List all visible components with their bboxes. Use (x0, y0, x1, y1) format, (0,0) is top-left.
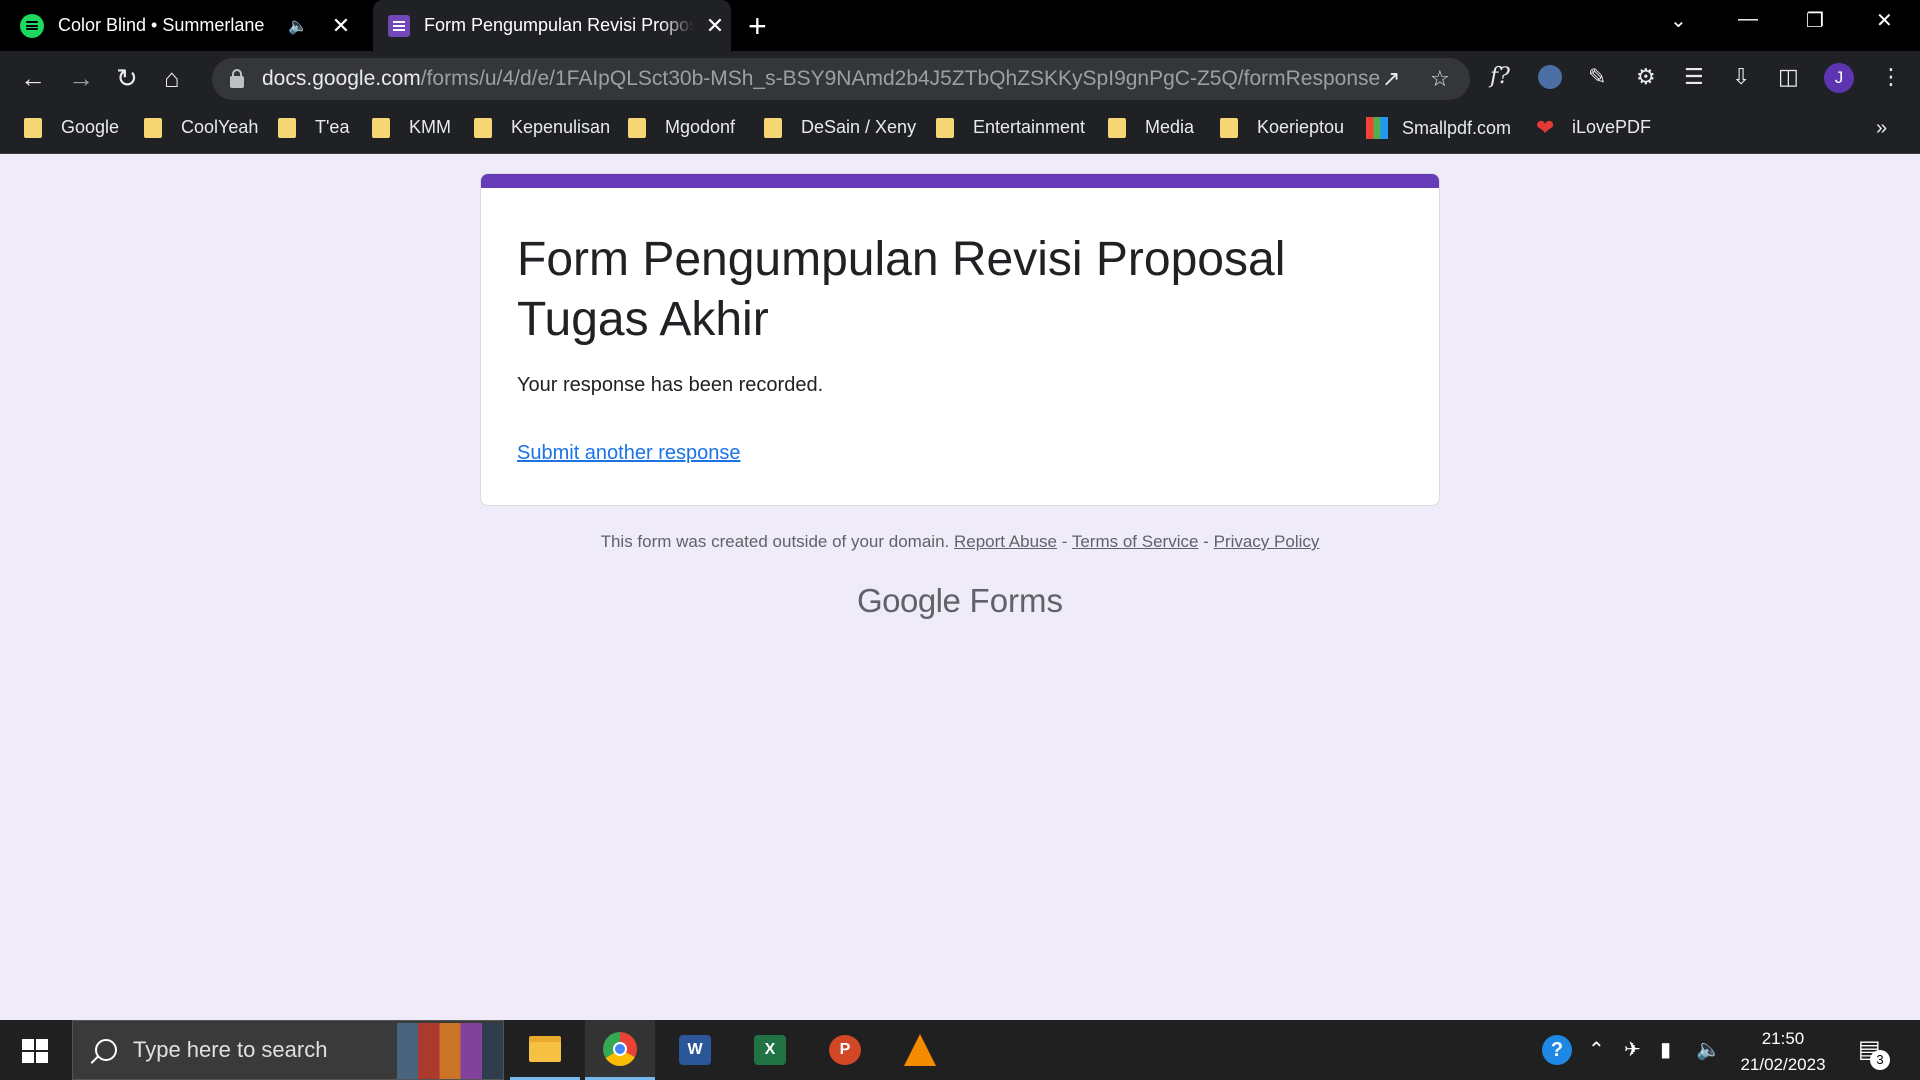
vlc-icon (904, 1034, 936, 1066)
close-tab-icon[interactable]: ✕ (704, 13, 726, 39)
bookmarks-bar: Google CoolYeah T'ea KMM Kepenulisan Mgo… (0, 105, 1920, 154)
taskbar-file-explorer[interactable] (510, 1020, 580, 1080)
confirmation-message: Your response has been recorded. (517, 374, 824, 396)
audio-playing-icon[interactable]: 🔈 (288, 16, 308, 36)
tab-title: Form Pengumpulan Revisi Proposal Tugas A… (424, 15, 694, 35)
cursor-extension-icon[interactable] (1538, 65, 1562, 89)
search-highlight-image[interactable] (397, 1023, 503, 1079)
folder-icon (372, 117, 390, 138)
more-bookmarks-chevron-icon[interactable]: » (1876, 117, 1887, 140)
folder-icon (764, 117, 782, 138)
word-icon: W (679, 1035, 711, 1065)
bookmark-folder[interactable]: Google (24, 117, 119, 138)
notification-count-badge: 3 (1870, 1050, 1890, 1070)
show-hidden-icons-chevron-icon[interactable]: ⌃ (1588, 1037, 1605, 1062)
media-queue-icon[interactable]: ☰ (1684, 64, 1704, 90)
pen-extension-icon[interactable]: ✎ (1588, 64, 1606, 90)
download-icon[interactable]: ⇩ (1732, 64, 1750, 90)
domain-notice: This form was created outside of your do… (600, 532, 950, 551)
folder-icon (278, 117, 296, 138)
taskbar-search-box[interactable]: Type here to search (72, 1020, 504, 1080)
home-icon[interactable]: ⌂ (164, 63, 180, 93)
side-panel-icon[interactable]: ◫ (1778, 64, 1799, 90)
back-arrow-icon[interactable]: ← (20, 63, 46, 93)
share-icon[interactable]: ↗ (1382, 66, 1400, 92)
report-abuse-link[interactable]: Report Abuse (954, 532, 1057, 551)
bookmark-folder[interactable]: CoolYeah (144, 117, 258, 138)
tab-title: Color Blind • Summerlane (58, 15, 265, 35)
restore-icon[interactable]: ❐ (1806, 8, 1824, 33)
bookmark-folder[interactable]: DeSain / Xeny (764, 117, 916, 138)
taskbar-excel[interactable]: X (735, 1020, 805, 1080)
heart-icon: ❤ (1536, 114, 1555, 140)
folder-icon (1220, 117, 1238, 138)
menu-kebab-icon[interactable]: ⋮ (1880, 64, 1902, 90)
new-tab-plus-icon[interactable]: + (748, 8, 767, 45)
minimize-icon[interactable]: — (1738, 8, 1758, 31)
page-title: Form Pengumpulan Revisi Proposal Tugas A… (517, 233, 1286, 346)
windows-taskbar: Type here to search W X P ? ⌃ ✈ ▮ 🔈 21:5… (0, 1020, 1920, 1080)
lock-icon[interactable] (230, 69, 244, 88)
taskbar-word[interactable]: W (660, 1020, 730, 1080)
privacy-policy-link[interactable]: Privacy Policy (1214, 532, 1320, 551)
tab-search-chevron-icon[interactable]: ⌄ (1670, 8, 1687, 33)
forward-arrow-icon[interactable]: → (68, 63, 94, 93)
bookmark-folder[interactable]: KMM (372, 117, 451, 138)
folder-icon (144, 117, 162, 138)
url-text[interactable]: docs.google.com/forms/u/4/d/e/1FAIpQLSct… (262, 67, 1380, 91)
bookmark-ilovepdf[interactable]: ❤ iLovePDF (1536, 114, 1651, 140)
chrome-icon (603, 1031, 637, 1066)
form-footer: This form was created outside of your do… (600, 532, 1320, 551)
folder-icon (628, 117, 646, 138)
submit-another-response-link[interactable]: Submit another response (517, 442, 740, 465)
address-bar[interactable]: docs.google.com/forms/u/4/d/e/1FAIpQLSct… (212, 58, 1470, 100)
airplane-mode-icon[interactable]: ✈ (1624, 1037, 1641, 1062)
close-window-icon[interactable]: ✕ (1876, 8, 1893, 33)
google-forms-icon (388, 14, 410, 37)
search-placeholder: Type here to search (133, 1037, 328, 1062)
taskbar-clock[interactable]: 21:50 21/02/2023 (1730, 1026, 1836, 1078)
bookmark-smallpdf[interactable]: Smallpdf.com (1366, 117, 1511, 139)
excel-icon: X (754, 1035, 786, 1065)
google-forms-logo[interactable]: Google Forms (0, 582, 1920, 620)
bookmark-folder[interactable]: Koerieptou (1220, 117, 1344, 138)
profile-avatar[interactable]: J (1824, 63, 1854, 93)
tab-google-forms[interactable]: Form Pengumpulan Revisi Proposal Tugas A… (373, 0, 731, 51)
smallpdf-icon (1366, 117, 1388, 139)
volume-icon[interactable]: 🔈 (1696, 1037, 1721, 1062)
file-explorer-icon (529, 1035, 561, 1062)
bookmark-folder[interactable]: Kepenulisan (474, 117, 610, 138)
folder-icon (474, 117, 492, 138)
taskbar-powerpoint[interactable]: P (810, 1020, 880, 1080)
clock-date: 21/02/2023 (1740, 1055, 1826, 1074)
card-accent-bar (481, 174, 1439, 188)
windows-start-icon[interactable] (22, 1039, 48, 1063)
search-icon (95, 1039, 117, 1061)
taskbar-chrome[interactable] (585, 1020, 655, 1080)
tab-spotify[interactable]: Color Blind • Summerlane 🔈 ✕ (20, 0, 370, 51)
taskbar-vlc[interactable] (885, 1020, 955, 1080)
bookmark-star-icon[interactable]: ☆ (1430, 66, 1450, 92)
formula-extension-icon[interactable]: f? (1490, 64, 1510, 89)
browser-tab-strip: Color Blind • Summerlane 🔈 ✕ Form Pengum… (0, 0, 1920, 51)
help-icon[interactable]: ? (1542, 1035, 1572, 1065)
terms-of-service-link[interactable]: Terms of Service (1072, 532, 1199, 551)
close-tab-icon[interactable]: ✕ (330, 13, 352, 39)
bookmark-folder[interactable]: T'ea (278, 117, 349, 138)
bookmark-folder[interactable]: Entertainment (936, 117, 1085, 138)
extensions-puzzle-icon[interactable]: ⚙ (1636, 64, 1656, 90)
browser-toolbar: ← → ↻ ⌂ docs.google.com/forms/u/4/d/e/1F… (0, 51, 1920, 105)
reload-icon[interactable]: ↻ (116, 63, 138, 93)
bookmark-folder[interactable]: Mgodonf (628, 117, 735, 138)
form-confirmation-card: Form Pengumpulan Revisi Proposal Tugas A… (480, 173, 1440, 506)
powerpoint-icon: P (829, 1035, 861, 1065)
battery-icon[interactable]: ▮ (1660, 1037, 1671, 1062)
clock-time: 21:50 (1761, 1029, 1805, 1048)
bookmark-folder[interactable]: Media (1108, 117, 1194, 138)
folder-icon (1108, 117, 1126, 138)
folder-icon (24, 117, 42, 138)
folder-icon (936, 117, 954, 138)
spotify-icon (20, 13, 44, 38)
